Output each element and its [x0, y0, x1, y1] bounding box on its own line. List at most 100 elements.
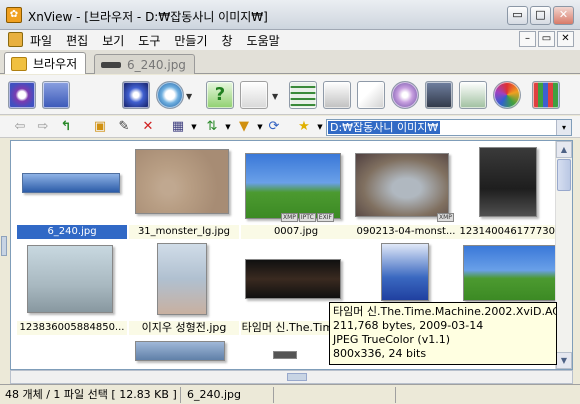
scroll-thumb[interactable] [557, 159, 571, 191]
minimize-button[interactable]: ▭ [507, 6, 528, 25]
mdi-restore-button[interactable]: ▭ [538, 31, 555, 47]
address-field[interactable]: D:₩잡동사니 이미지₩ ▾ [326, 119, 572, 136]
tooltip-dimensions: 800x336, 24 bits [333, 347, 427, 360]
menu-window[interactable]: 창 [222, 32, 233, 49]
thumbnail-image[interactable] [273, 351, 297, 359]
mdi-close-button[interactable]: ✕ [557, 31, 574, 47]
bottom-splitter[interactable] [10, 370, 573, 384]
view-eye-icon[interactable] [8, 81, 36, 109]
metadata-badges: XMP [437, 213, 454, 222]
capture-dropdown-icon[interactable]: ▼ [272, 92, 278, 101]
address-text: D:₩잡동사니 이미지₩ [328, 121, 441, 134]
thumbnail-item[interactable]: 이지우 성형전.jpg [129, 239, 239, 335]
mdi-controls: – ▭ ✕ [519, 31, 574, 47]
convert-dropdown-icon[interactable]: ▼ [186, 92, 192, 101]
folder-icon [11, 56, 27, 71]
sort-icon[interactable]: ⇅ [204, 119, 220, 135]
metadata-badges: XMP IPTC EXIF [281, 213, 334, 222]
window-controls: ▭ □ ✕ [507, 6, 574, 25]
favorites-star-icon[interactable]: ★ [296, 119, 312, 135]
exif-badge: EXIF [316, 213, 334, 222]
vertical-scrollbar[interactable]: ▲ ▼ [555, 141, 572, 369]
thumbnail-image [355, 153, 449, 217]
status-size-text: [ 12.83 KB ] [111, 388, 177, 401]
address-dropdown-icon[interactable]: ▾ [556, 120, 571, 135]
status-bar: 48 개체 / 1 파일 선택 [ 12.83 KB ] 6_240.jpg [0, 384, 580, 404]
tab-bar: 브라우저 6_240.jpg [0, 50, 580, 74]
menu-tools[interactable]: 도구 [138, 32, 160, 49]
fullscreen-icon[interactable] [42, 81, 70, 109]
window-title: XnView - [브라우저 - D:₩잡동사니 이미지₩] [28, 10, 268, 24]
back-arrow-icon[interactable]: ⇦ [12, 119, 28, 135]
panel-splitter[interactable] [1, 236, 7, 256]
thumbnail-item[interactable]: 123836005884850... [17, 239, 127, 335]
status-file: 6_240.jpg [184, 387, 274, 403]
forward-arrow-icon[interactable]: ⇨ [35, 119, 51, 135]
xmp-badge: XMP [281, 213, 298, 222]
thumbnail-item[interactable]: 123140046177730... [457, 143, 567, 239]
close-button[interactable]: ✕ [553, 6, 574, 25]
thumbnail-label: 0007.jpg [241, 225, 351, 239]
thumbnail-label: 123836005884850... [17, 321, 127, 335]
thumbnail-item[interactable]: XMP IPTC EXIF 0007.jpg [241, 143, 351, 239]
rename-icon[interactable]: ✎ [116, 119, 132, 135]
thumbnail-image [245, 153, 341, 219]
color-wheel-icon[interactable] [493, 81, 521, 109]
thumbnail-image [157, 243, 207, 315]
menu-file[interactable]: 파일 [30, 32, 52, 49]
tab-image[interactable]: 6_240.jpg [94, 54, 195, 74]
scanner-icon[interactable] [357, 81, 385, 109]
thumbnail-image [135, 149, 229, 214]
list-view-icon[interactable] [289, 81, 317, 109]
splitter-grip[interactable] [287, 373, 307, 381]
mdi-minimize-button[interactable]: – [519, 31, 536, 47]
convert-icon[interactable] [156, 81, 184, 109]
xmp-badge: XMP [437, 213, 454, 222]
iptc-badge: IPTC [298, 213, 316, 222]
menu-edit[interactable]: 편집 [66, 32, 88, 49]
filter-icon[interactable]: ▼ [236, 119, 252, 135]
tooltip-filename: 타임머 신.The.Time.Machine.2002.XviD.AC3.CD1… [333, 305, 556, 318]
help-icon[interactable]: ? [206, 81, 234, 109]
slideshow-icon[interactable] [122, 81, 150, 109]
xnview-app-icon[interactable]: ✿ [6, 7, 22, 23]
thumbnail-item[interactable]: 31_monster_lg.jpg [129, 143, 239, 239]
delete-icon[interactable]: ✕ [140, 119, 156, 135]
thumbnail-item[interactable]: XMP 090213-04-monst... [351, 143, 461, 239]
title-bar: ✿ XnView - [브라우저 - D:₩잡동사니 이미지₩] ▭ □ ✕ [0, 0, 580, 30]
tooltip-size-date: 211,768 bytes, 2009-03-14 [333, 319, 484, 332]
document-menu-icon[interactable] [8, 32, 23, 47]
tab-browser[interactable]: 브라우저 [4, 52, 87, 74]
image-tab-icon [101, 61, 121, 68]
parent-folder-icon[interactable]: ↰ [58, 119, 74, 135]
capture-icon[interactable] [240, 81, 268, 109]
thumbnail-label: 31_monster_lg.jpg [129, 225, 239, 239]
thumbnail-view-icon[interactable]: ▦ [170, 119, 186, 135]
camera-icon[interactable] [425, 81, 453, 109]
cd-icon[interactable] [391, 81, 419, 109]
filmstrip-icon[interactable] [459, 81, 487, 109]
thumbnail-image [463, 245, 559, 301]
tooltip-format: JPEG TrueColor (v1.1) [333, 333, 451, 346]
sort-dropdown-icon[interactable]: ▼ [220, 119, 236, 135]
main-toolbar: ▼ ? ▼ [0, 75, 580, 115]
status-count-text: 48 개체 / 1 파일 선택 [5, 388, 108, 401]
status-count: 48 개체 / 1 파일 선택 [ 12.83 KB ] [2, 387, 181, 403]
thumbnail-image [381, 243, 429, 301]
view-dropdown-icon[interactable]: ▼ [186, 119, 202, 135]
new-folder-icon[interactable]: ▣ [92, 119, 108, 135]
scroll-up-icon[interactable]: ▲ [556, 141, 572, 158]
thumbnail-image[interactable] [135, 341, 225, 361]
maximize-button[interactable]: □ [530, 6, 551, 25]
thumbnail-item[interactable]: 6_240.jpg [17, 143, 127, 239]
menu-create[interactable]: 만들기 [174, 32, 207, 49]
refresh-icon[interactable]: ⟳ [266, 119, 282, 135]
scroll-down-icon[interactable]: ▼ [556, 352, 572, 369]
menu-view[interactable]: 보기 [102, 32, 124, 49]
menu-help[interactable]: 도움말 [247, 32, 280, 49]
thumbnail-label: 123140046177730... [457, 225, 567, 239]
print-icon[interactable] [323, 81, 351, 109]
palette-icon[interactable] [532, 81, 560, 109]
tab-image-label: 6_240.jpg [127, 57, 186, 72]
file-info-tooltip: 타임머 신.The.Time.Machine.2002.XviD.AC3.CD1… [329, 302, 557, 365]
